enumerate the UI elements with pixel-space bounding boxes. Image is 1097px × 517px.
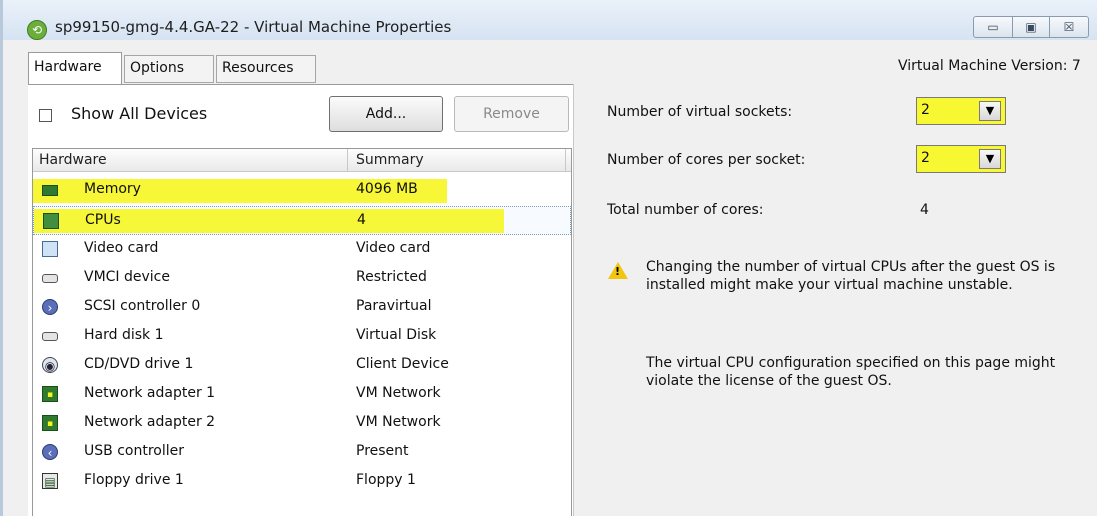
device-name: Hard disk 1 bbox=[84, 327, 164, 343]
device-icon bbox=[42, 274, 58, 283]
device-row-cpus[interactable]: CPUs 4 bbox=[33, 206, 571, 235]
tab-hardware[interactable]: Hardware bbox=[28, 52, 122, 85]
device-name: Memory bbox=[84, 181, 141, 197]
device-summary: 4 bbox=[357, 212, 366, 228]
network-adapter-icon: ▪ bbox=[42, 386, 58, 402]
scsi-controller-icon: › bbox=[42, 299, 58, 315]
warning-icon: ! bbox=[608, 262, 628, 279]
virtual-sockets-label: Number of virtual sockets: bbox=[607, 104, 793, 120]
show-all-devices-label[interactable]: Show All Devices bbox=[71, 104, 207, 123]
hard-disk-icon bbox=[42, 332, 58, 341]
device-summary: VM Network bbox=[356, 385, 441, 401]
remove-button[interactable]: Remove bbox=[454, 96, 569, 132]
device-row-cd-dvd-drive-1[interactable]: ◉ CD/DVD drive 1 Client Device bbox=[33, 351, 571, 380]
cpu-settings-panel bbox=[573, 84, 1097, 516]
device-summary: Floppy 1 bbox=[356, 472, 416, 488]
virtual-sockets-value: 2 bbox=[921, 102, 930, 118]
device-row-network-adapter-1[interactable]: ▪ Network adapter 1 VM Network bbox=[33, 380, 571, 409]
column-header-summary[interactable]: Summary bbox=[347, 149, 556, 171]
usb-controller-icon: ‹ bbox=[42, 444, 58, 460]
title-bar[interactable]: ⟲ sp99150-gmg-4.4.GA-22 - Virtual Machin… bbox=[3, 0, 1097, 40]
cores-per-socket-label: Number of cores per socket: bbox=[607, 152, 806, 168]
device-summary: Present bbox=[356, 443, 409, 459]
cores-per-socket-value: 2 bbox=[921, 150, 930, 166]
device-row-network-adapter-2[interactable]: ▪ Network adapter 2 VM Network bbox=[33, 409, 571, 438]
memory-icon bbox=[42, 185, 58, 196]
show-all-devices-checkbox[interactable] bbox=[39, 109, 52, 122]
add-button[interactable]: Add... bbox=[329, 96, 443, 132]
device-row-vmci-device[interactable]: VMCI device Restricted bbox=[33, 264, 571, 293]
total-cores-value: 4 bbox=[920, 202, 929, 218]
chevron-down-icon[interactable]: ▼ bbox=[979, 149, 1001, 169]
device-row-scsi-controller-0[interactable]: › SCSI controller 0 Paravirtual bbox=[33, 293, 571, 322]
device-list: Hardware Summary Memory 4096 MB CPUs 4 V… bbox=[32, 148, 572, 516]
virtual-sockets-select[interactable]: 2 ▼ bbox=[916, 97, 1006, 125]
device-row-video-card[interactable]: Video card Video card bbox=[33, 235, 571, 264]
cd-dvd-icon: ◉ bbox=[42, 357, 58, 373]
network-adapter-icon: ▪ bbox=[42, 415, 58, 431]
floppy-drive-icon: ▤ bbox=[42, 473, 58, 489]
device-summary: Virtual Disk bbox=[356, 327, 437, 343]
device-row-hard-disk-1[interactable]: Hard disk 1 Virtual Disk bbox=[33, 322, 571, 351]
vm-properties-window: ⟲ sp99150-gmg-4.4.GA-22 - Virtual Machin… bbox=[0, 0, 1097, 517]
tab-resources[interactable]: Resources bbox=[216, 55, 316, 83]
device-name: Network adapter 2 bbox=[84, 414, 216, 430]
device-row-floppy-drive-1[interactable]: ▤ Floppy drive 1 Floppy 1 bbox=[33, 467, 571, 496]
column-header-hardware[interactable]: Hardware bbox=[39, 149, 107, 171]
monitor-icon bbox=[42, 241, 58, 257]
minimize-button[interactable]: ▭ bbox=[973, 16, 1013, 38]
device-summary: 4096 MB bbox=[356, 181, 418, 197]
window-title: sp99150-gmg-4.4.GA-22 - Virtual Machine … bbox=[55, 18, 452, 36]
device-name: USB controller bbox=[84, 443, 184, 459]
device-summary: Restricted bbox=[356, 269, 427, 285]
tab-options[interactable]: Options bbox=[124, 55, 214, 83]
device-summary: Paravirtual bbox=[356, 298, 432, 314]
maximize-button[interactable]: ▣ bbox=[1012, 16, 1050, 38]
license-warning: The virtual CPU configuration specified … bbox=[646, 355, 1056, 389]
device-list-header: Hardware Summary bbox=[33, 149, 571, 172]
device-name: Floppy drive 1 bbox=[84, 472, 184, 488]
column-header-filler bbox=[565, 149, 572, 171]
cpu-change-warning: Changing the number of virtual CPUs afte… bbox=[646, 259, 1056, 293]
close-button[interactable]: ☒ bbox=[1049, 16, 1089, 38]
device-name: SCSI controller 0 bbox=[84, 298, 201, 314]
device-summary: Video card bbox=[356, 240, 431, 256]
chevron-down-icon[interactable]: ▼ bbox=[979, 101, 1001, 121]
cpu-icon bbox=[43, 213, 59, 229]
device-row-memory[interactable]: Memory 4096 MB bbox=[33, 176, 571, 205]
cores-per-socket-select[interactable]: 2 ▼ bbox=[916, 145, 1006, 173]
device-name: Video card bbox=[84, 240, 159, 256]
device-name: CD/DVD drive 1 bbox=[84, 356, 194, 372]
device-summary: Client Device bbox=[356, 356, 449, 372]
device-name: Network adapter 1 bbox=[84, 385, 216, 401]
device-summary: VM Network bbox=[356, 414, 441, 430]
device-name: CPUs bbox=[85, 212, 121, 228]
device-row-usb-controller[interactable]: ‹ USB controller Present bbox=[33, 438, 571, 467]
device-name: VMCI device bbox=[84, 269, 170, 285]
vm-version-label: Virtual Machine Version: 7 bbox=[898, 58, 1081, 74]
total-cores-label: Total number of cores: bbox=[607, 202, 764, 218]
vsphere-app-icon: ⟲ bbox=[27, 20, 47, 40]
